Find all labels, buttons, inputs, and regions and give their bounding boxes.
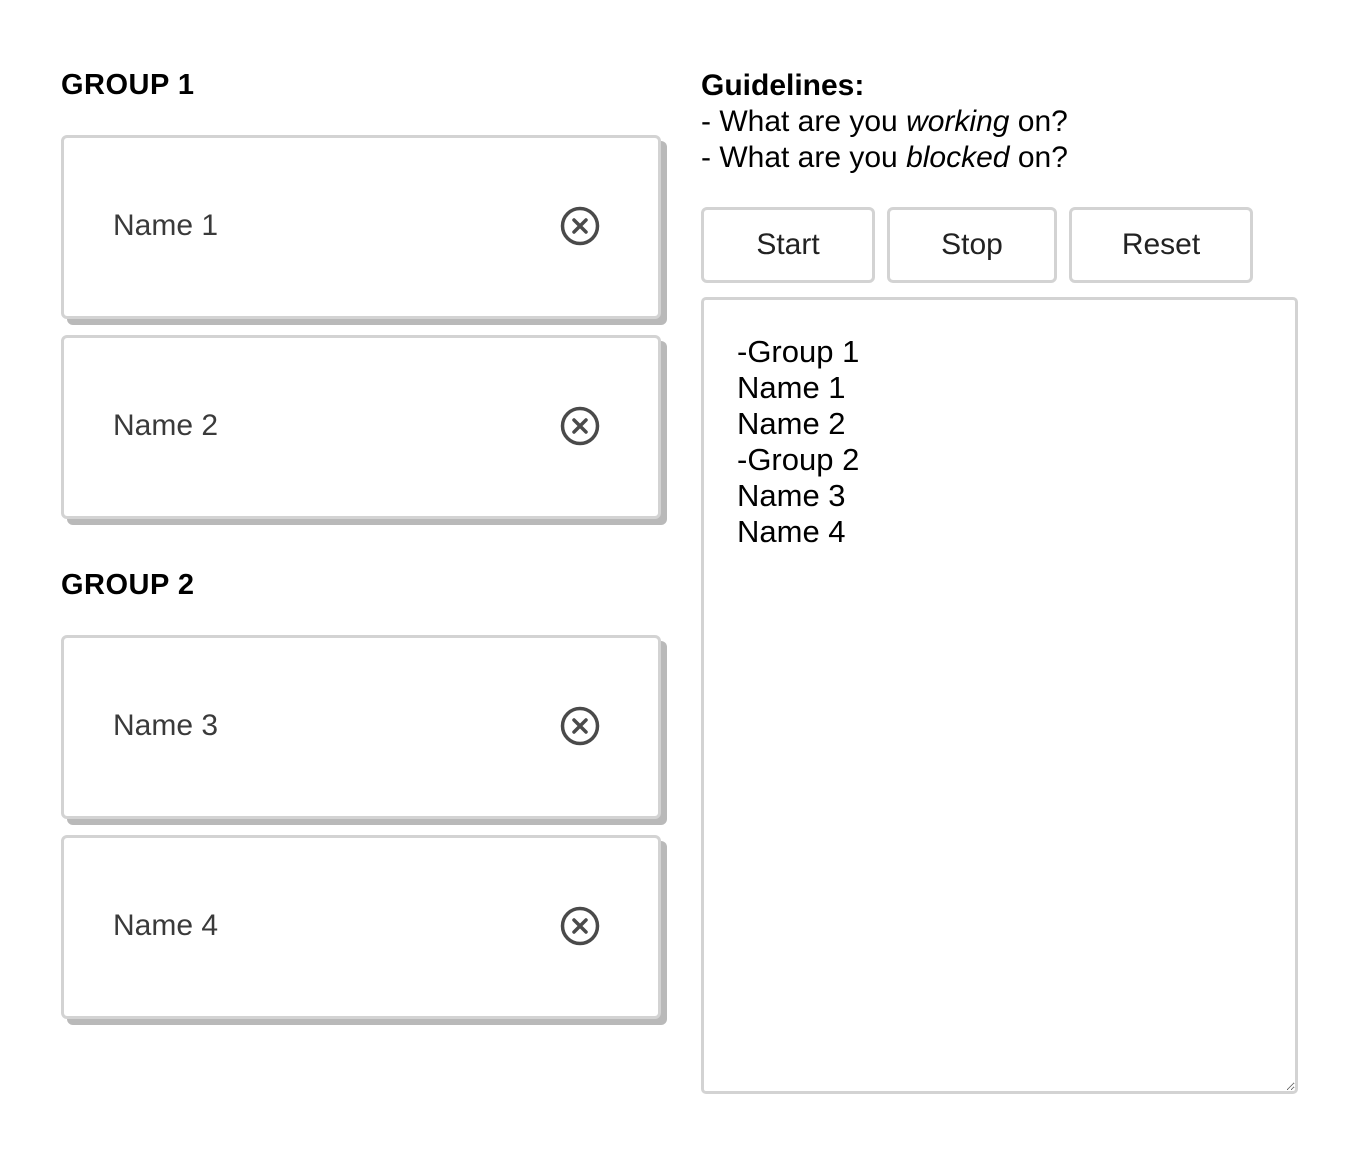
member-name: Name 4 <box>113 909 219 942</box>
output-textarea[interactable]: -Group 1 Name 1 Name 2 -Group 2 Name 3 N… <box>701 297 1298 1094</box>
circle-x-icon <box>560 206 600 246</box>
member-name: Name 3 <box>113 709 219 742</box>
guideline-text: - What are you <box>701 105 907 138</box>
guideline-working: - What are you working on? <box>701 104 1068 140</box>
group-2-heading: GROUP 2 <box>61 569 195 601</box>
remove-member-button[interactable] <box>560 406 600 446</box>
group-1-heading: GROUP 1 <box>61 69 195 101</box>
guideline-emphasis: blocked <box>906 141 1010 174</box>
guideline-text: on? <box>1009 105 1068 138</box>
reset-button[interactable]: Reset <box>1069 207 1253 283</box>
circle-x-icon <box>560 406 600 446</box>
guideline-text: on? <box>1009 141 1068 174</box>
guidelines-title: Guidelines: <box>701 69 865 102</box>
member-name: Name 1 <box>113 209 219 242</box>
guidelines: Guidelines: - What are you working on? -… <box>701 68 1068 176</box>
guideline-text: - What are you <box>701 141 907 174</box>
start-button[interactable]: Start <box>701 207 875 283</box>
member-card-name-2: Name 2 <box>61 335 661 519</box>
guideline-blocked: - What are you blocked on? <box>701 140 1068 176</box>
circle-x-icon <box>560 906 600 946</box>
circle-x-icon <box>560 706 600 746</box>
guideline-emphasis: working <box>906 105 1010 138</box>
remove-member-button[interactable] <box>560 906 600 946</box>
remove-member-button[interactable] <box>560 706 600 746</box>
member-name: Name 2 <box>113 409 219 442</box>
stop-button[interactable]: Stop <box>887 207 1057 283</box>
member-card-name-3: Name 3 <box>61 635 661 819</box>
member-card-name-4: Name 4 <box>61 835 661 1019</box>
remove-member-button[interactable] <box>560 206 600 246</box>
member-card-name-1: Name 1 <box>61 135 661 319</box>
